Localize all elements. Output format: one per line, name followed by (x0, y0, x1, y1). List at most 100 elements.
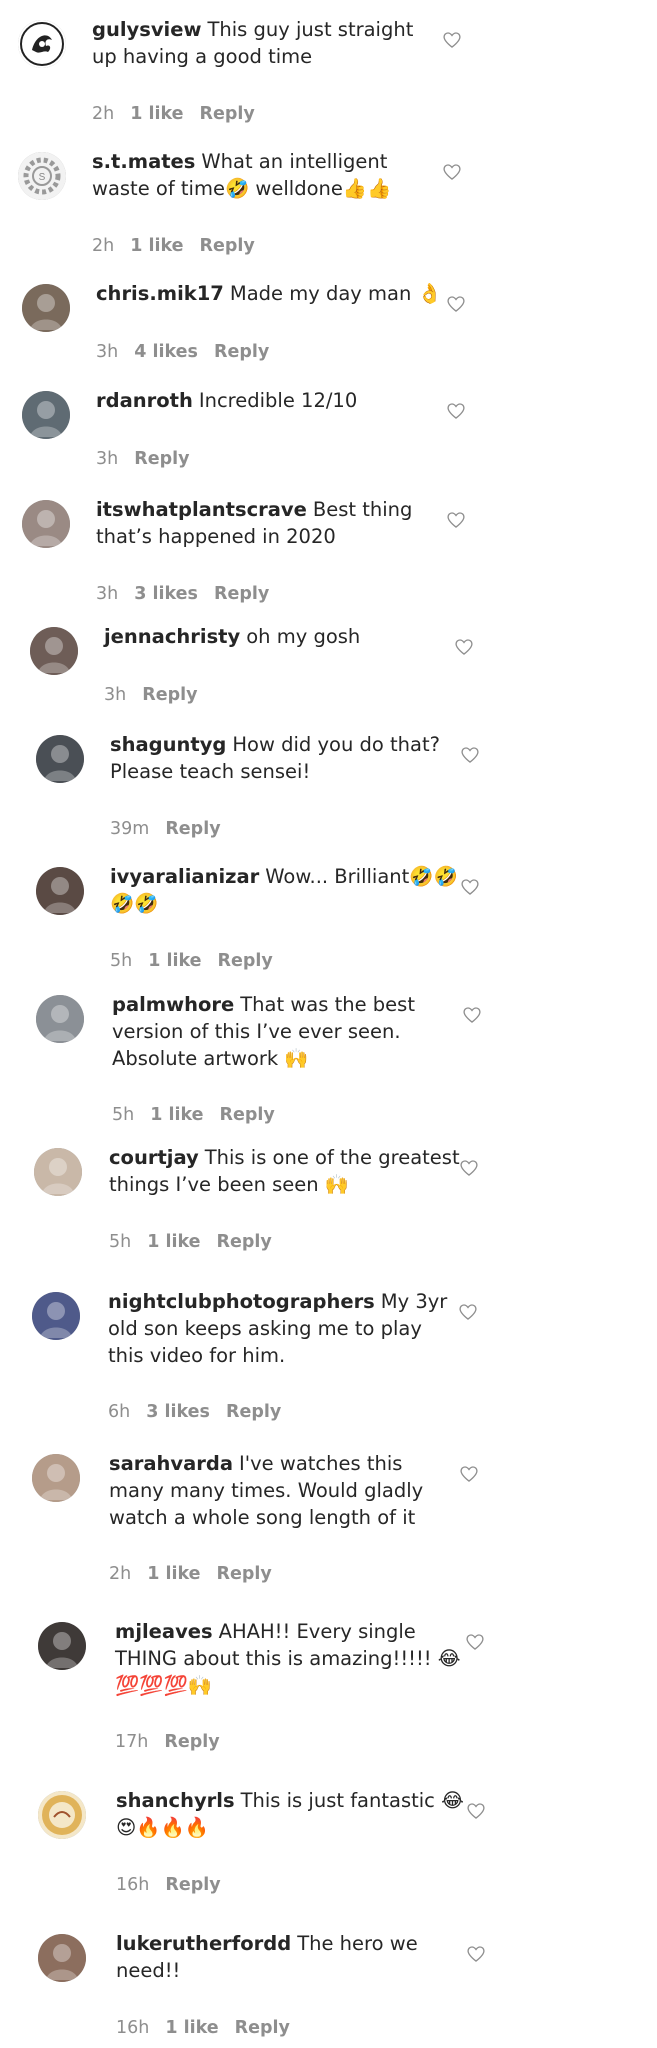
comment-text: nightclubphotographers My 3yr old son kee… (108, 1288, 460, 1369)
comment-text: jennachristy oh my gosh (104, 623, 456, 650)
comment-timestamp[interactable]: 16h (116, 2018, 149, 2038)
comment-username[interactable]: jennachristy (104, 625, 240, 648)
avatar[interactable]: S (18, 152, 66, 200)
comment-username[interactable]: courtjay (109, 1146, 199, 1169)
comment-username[interactable]: lukerutherfordd (116, 1932, 291, 1955)
avatar[interactable] (18, 20, 66, 68)
avatar[interactable] (38, 1622, 86, 1670)
like-count[interactable]: 1 like (148, 951, 201, 971)
comment-timestamp[interactable]: 5h (110, 951, 132, 971)
reply-button[interactable]: Reply (217, 1232, 272, 1252)
heart-icon[interactable] (460, 745, 480, 765)
heart-icon[interactable] (462, 1005, 482, 1025)
heart-icon[interactable] (466, 1801, 486, 1821)
comment-username[interactable]: ivyaralianizar (110, 865, 259, 888)
heart-icon[interactable] (466, 1944, 486, 1964)
avatar[interactable] (32, 1292, 80, 1340)
comment-timestamp[interactable]: 2h (92, 104, 114, 124)
like-count[interactable]: 4 likes (134, 342, 198, 362)
comment-text: chris.mik17 Made my day man 👌 (96, 280, 448, 307)
heart-icon[interactable] (465, 1632, 485, 1652)
comment-item: Ss.t.mates What an intelligent waste of t… (0, 150, 657, 266)
reply-button[interactable]: Reply (164, 1732, 219, 1752)
avatar[interactable] (38, 1934, 86, 1982)
avatar[interactable] (36, 735, 84, 783)
reply-button[interactable]: Reply (214, 584, 269, 604)
reply-button[interactable]: Reply (200, 104, 255, 124)
comment-username[interactable]: rdanroth (96, 389, 193, 412)
heart-icon[interactable] (458, 1302, 478, 1322)
reply-button[interactable]: Reply (200, 236, 255, 256)
comment-timestamp[interactable]: 16h (116, 1875, 149, 1895)
comment-username[interactable]: itswhatplantscrave (96, 498, 307, 521)
comment-item: mjleaves AHAH!! Every single THING about … (0, 1620, 657, 1762)
like-count[interactable]: 1 like (130, 236, 183, 256)
avatar[interactable] (36, 867, 84, 915)
comment-timestamp[interactable]: 5h (112, 1105, 134, 1125)
comment-item: itswhatplantscrave Best thing that’s happ… (0, 498, 657, 614)
reply-button[interactable]: Reply (165, 1875, 220, 1895)
comment-timestamp[interactable]: 3h (96, 584, 118, 604)
comment-timestamp[interactable]: 2h (92, 236, 114, 256)
comment-username[interactable]: mjleaves (115, 1620, 213, 1643)
comment-timestamp[interactable]: 2h (109, 1564, 131, 1584)
comment-text: lukerutherfordd The hero we need!! (116, 1930, 468, 1984)
avatar[interactable] (22, 391, 70, 439)
comment-username[interactable]: shaguntyg (110, 733, 226, 756)
comment-item: ivyaralianizar Wow... Brilliant🤣🤣 🤣🤣 5h 1 l… (0, 865, 657, 981)
comment-item: lukerutherfordd The hero we need!! 16h 1 li… (0, 1932, 657, 2048)
comment-meta: 2h 1 like Reply (92, 236, 271, 256)
comment-text: rdanroth Incredible 12/10 (96, 387, 448, 414)
comment-timestamp[interactable]: 3h (96, 342, 118, 362)
comment-timestamp[interactable]: 5h (109, 1232, 131, 1252)
comment-username[interactable]: gulysview (92, 18, 201, 41)
heart-icon[interactable] (459, 1158, 479, 1178)
avatar[interactable] (32, 1454, 80, 1502)
like-count[interactable]: 1 like (147, 1232, 200, 1252)
reply-button[interactable]: Reply (214, 342, 269, 362)
avatar[interactable] (22, 284, 70, 332)
reply-button[interactable]: Reply (134, 449, 189, 469)
heart-icon[interactable] (446, 510, 466, 530)
reply-button[interactable]: Reply (235, 2018, 290, 2038)
comment-item: gulysview This guy just straight up havin… (0, 18, 657, 134)
reply-button[interactable]: Reply (226, 1402, 281, 1422)
heart-icon[interactable] (460, 877, 480, 897)
like-count[interactable]: 1 like (147, 1564, 200, 1584)
comment-username[interactable]: shanchyrls (116, 1789, 235, 1812)
comment-timestamp[interactable]: 17h (115, 1732, 148, 1752)
reply-button[interactable]: Reply (217, 1564, 272, 1584)
heart-icon[interactable] (459, 1464, 479, 1484)
like-count[interactable]: 3 likes (146, 1402, 210, 1422)
avatar[interactable] (30, 627, 78, 675)
comment-item: jennachristy oh my gosh 3h Reply (0, 625, 657, 715)
reply-button[interactable]: Reply (220, 1105, 275, 1125)
avatar[interactable] (38, 1791, 86, 1839)
like-count[interactable]: 3 likes (134, 584, 198, 604)
comment-username[interactable]: palmwhore (112, 993, 234, 1016)
comment-username[interactable]: nightclubphotographers (108, 1290, 375, 1313)
avatar[interactable] (34, 1148, 82, 1196)
like-count[interactable]: 1 like (150, 1105, 203, 1125)
heart-icon[interactable] (442, 162, 462, 182)
comment-timestamp[interactable]: 3h (96, 449, 118, 469)
avatar[interactable] (22, 500, 70, 548)
comment-timestamp[interactable]: 39m (110, 819, 149, 839)
comment-meta: 3h 4 likes Reply (96, 342, 285, 362)
like-count[interactable]: 1 like (165, 2018, 218, 2038)
heart-icon[interactable] (446, 294, 466, 314)
heart-icon[interactable] (446, 401, 466, 421)
comment-username[interactable]: sarahvarda (109, 1452, 233, 1475)
reply-button[interactable]: Reply (218, 951, 273, 971)
reply-button[interactable]: Reply (165, 819, 220, 839)
comment-username[interactable]: chris.mik17 (96, 282, 224, 305)
avatar[interactable] (36, 995, 84, 1043)
comment-timestamp[interactable]: 6h (108, 1402, 130, 1422)
like-count[interactable]: 1 like (130, 104, 183, 124)
comment-timestamp[interactable]: 3h (104, 685, 126, 705)
comment-username[interactable]: s.t.mates (92, 150, 195, 173)
heart-icon[interactable] (442, 30, 462, 50)
comment-body: Incredible 12/10 (198, 389, 358, 412)
heart-icon[interactable] (454, 637, 474, 657)
reply-button[interactable]: Reply (142, 685, 197, 705)
